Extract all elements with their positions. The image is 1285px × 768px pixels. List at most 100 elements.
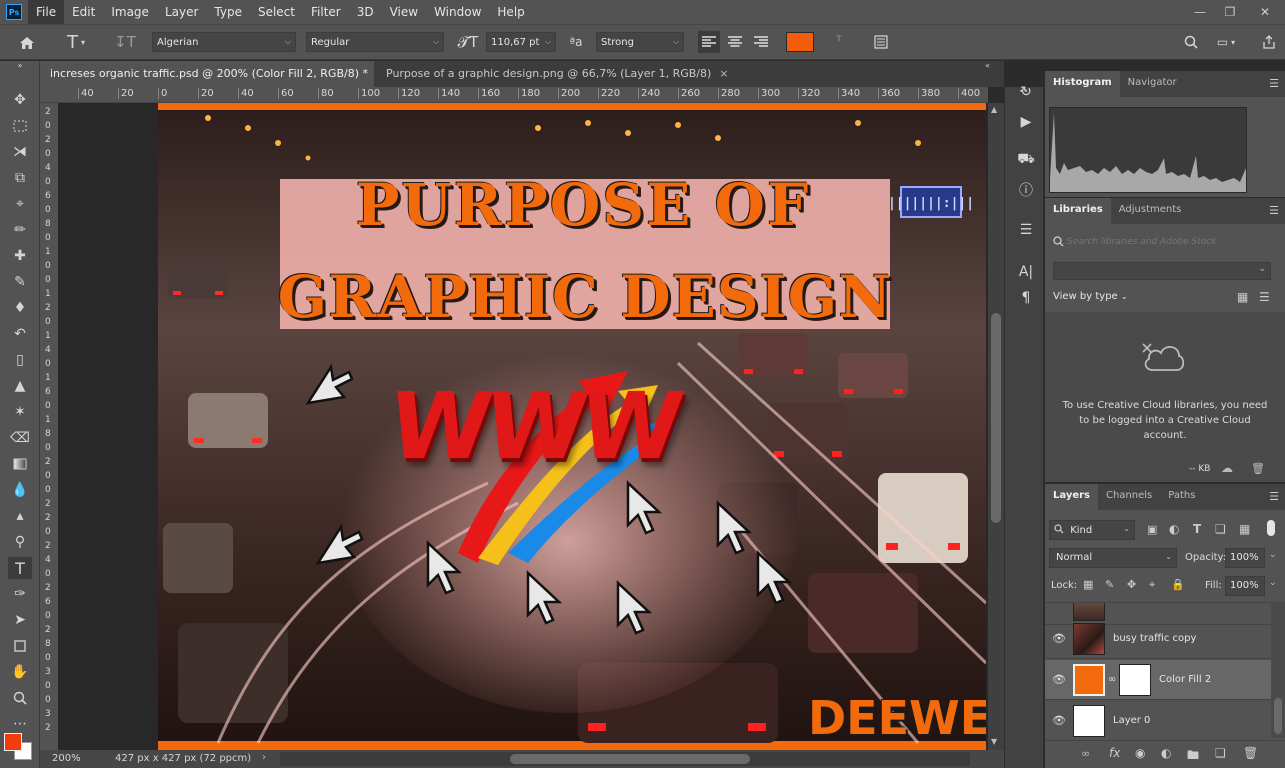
healing-brush-icon[interactable]: ✚ xyxy=(8,245,32,267)
tab-libraries[interactable]: Libraries xyxy=(1045,198,1111,224)
brush-tool-icon[interactable]: ✎ xyxy=(8,271,32,293)
view-by-type-dropdown[interactable]: View by type ⌄ xyxy=(1053,291,1128,302)
collapse-tools-icon[interactable]: » xyxy=(8,59,32,71)
sharpen-tool-icon[interactable]: ▴ xyxy=(8,505,32,527)
filter-type-icon[interactable]: T xyxy=(1193,522,1201,536)
fill-layer-thumbnail[interactable] xyxy=(1073,663,1105,696)
fill-chevron-icon[interactable]: ⌄ xyxy=(1269,578,1277,588)
trash-icon[interactable]: 🗑 xyxy=(1251,462,1265,475)
warp-text-icon[interactable]: ᵀ xyxy=(828,31,850,53)
history-brush-icon[interactable]: ↶ xyxy=(8,323,32,345)
zoom-level[interactable]: 200% xyxy=(52,753,81,764)
library-select[interactable]: ⌄ xyxy=(1053,262,1271,280)
lock-image-icon[interactable]: ✎ xyxy=(1105,578,1114,591)
tab-paths[interactable]: Paths xyxy=(1160,484,1203,510)
grid-view-icon[interactable]: ▦ xyxy=(1237,290,1248,304)
eye-icon[interactable]: 👁 xyxy=(1045,632,1073,645)
layer-name[interactable]: Color Fill 2 xyxy=(1159,674,1211,685)
lock-artboard-icon[interactable]: ⌖ xyxy=(1149,578,1155,592)
font-style-select[interactable]: Regular ⌵ xyxy=(306,32,444,52)
menu-type[interactable]: Type xyxy=(206,0,250,24)
lasso-tool-icon[interactable]: ⧕ xyxy=(8,141,32,163)
fill-input[interactable]: 100% xyxy=(1225,576,1265,596)
scroll-thumb[interactable] xyxy=(991,313,1001,523)
filter-toggle[interactable] xyxy=(1267,520,1275,536)
tab-channels[interactable]: Channels xyxy=(1098,484,1160,510)
menu-3d[interactable]: 3D xyxy=(349,0,382,24)
document-tab-inactive[interactable]: Purpose of a graphic design.png @ 66,7% … xyxy=(376,61,729,87)
eye-icon[interactable]: 👁 xyxy=(1045,714,1073,727)
link-layers-icon[interactable]: ∞ xyxy=(1081,747,1090,760)
zoom-tool-icon[interactable] xyxy=(8,687,32,709)
close-icon[interactable]: ✕ xyxy=(1245,0,1285,24)
layer-style-icon[interactable]: fx xyxy=(1109,746,1120,760)
paragraph-icon[interactable]: ¶ xyxy=(1015,287,1037,309)
gradient-tool-icon[interactable] xyxy=(8,453,32,475)
canvas-area[interactable]: |||||||:||| PURPOSE OF GRAPHIC DESIGN WW… xyxy=(58,103,988,750)
tab-histogram[interactable]: Histogram xyxy=(1045,71,1120,97)
lock-all-icon[interactable]: 🔒 xyxy=(1171,578,1185,591)
blend-mode-select[interactable]: Normal ⌄ xyxy=(1049,548,1177,568)
cloud-sync-icon[interactable]: ☁ xyxy=(1221,461,1233,475)
move-tool-icon[interactable]: ✥ xyxy=(8,89,32,111)
link-icon[interactable]: ∞ xyxy=(1105,674,1119,685)
scroll-up-icon[interactable]: ▲ xyxy=(991,105,997,114)
horizontal-scrollbar[interactable] xyxy=(280,752,970,766)
foreground-color-swatch[interactable] xyxy=(4,733,22,751)
align-center-icon[interactable] xyxy=(724,31,746,53)
character-panel-icon[interactable] xyxy=(870,31,892,53)
search-icon[interactable] xyxy=(1180,31,1202,53)
pen-tool-icon[interactable]: ✑ xyxy=(8,583,32,605)
properties-icon[interactable]: ⓘ xyxy=(1015,179,1037,201)
delete-layer-icon[interactable]: 🗑 xyxy=(1243,746,1258,760)
lock-position-icon[interactable]: ✥ xyxy=(1127,578,1136,591)
antialias-select[interactable]: Strong ⌵ xyxy=(596,32,684,52)
menu-file[interactable]: File xyxy=(28,0,65,24)
opacity-input[interactable]: 100% xyxy=(1225,548,1265,568)
artwork[interactable]: |||||||:||| PURPOSE OF GRAPHIC DESIGN WW… xyxy=(158,103,986,750)
new-layer-icon[interactable]: ❏ xyxy=(1215,746,1226,760)
filter-smart-object-icon[interactable]: ▦ xyxy=(1239,522,1250,536)
type-tool-icon[interactable]: T xyxy=(8,557,32,579)
panel-menu-icon[interactable]: ☰ xyxy=(1269,490,1279,503)
filter-pixel-icon[interactable]: ▣ xyxy=(1147,523,1157,536)
menu-select[interactable]: Select xyxy=(250,0,303,24)
brush-presets-icon[interactable]: ☰ xyxy=(1015,219,1037,241)
dodge-tool-icon[interactable]: ⚲ xyxy=(8,531,32,553)
new-group-icon[interactable]: 🖿 xyxy=(1187,746,1199,767)
eyedropper-tool-icon[interactable]: ✏ xyxy=(8,219,32,241)
font-size-select[interactable]: 110,67 pt ⌵ xyxy=(486,32,556,52)
libraries-search-input[interactable] xyxy=(1067,234,1279,250)
text-color-swatch[interactable] xyxy=(786,32,814,52)
share-icon[interactable] xyxy=(1258,31,1280,53)
blur-tool-icon[interactable]: 💧 xyxy=(8,479,32,501)
restore-icon[interactable]: ❐ xyxy=(1215,0,1245,24)
path-select-tool-icon[interactable]: ➤ xyxy=(8,609,32,631)
menu-image[interactable]: Image xyxy=(103,0,157,24)
tab-navigator[interactable]: Navigator xyxy=(1120,71,1185,97)
tab-close-icon[interactable]: × xyxy=(719,67,728,80)
tab-adjustments[interactable]: Adjustments xyxy=(1111,198,1190,224)
stamp-tool-icon[interactable]: ▲ xyxy=(8,375,32,397)
history-icon[interactable]: ↻ xyxy=(1015,81,1037,103)
shape-tool-icon[interactable] xyxy=(8,635,32,657)
layer-row[interactable]: 👁 busy traffic copy xyxy=(1045,619,1271,659)
menu-edit[interactable]: Edit xyxy=(64,0,103,24)
align-left-icon[interactable] xyxy=(698,31,720,53)
layer-filter-select[interactable]: Kind ⌄ xyxy=(1049,520,1135,540)
eye-icon[interactable]: 👁 xyxy=(1045,673,1073,686)
type-tool-preset-icon[interactable]: T ▾ xyxy=(60,31,92,53)
quick-select-tool-icon[interactable]: ⧉ xyxy=(8,167,32,189)
menu-help[interactable]: Help xyxy=(489,0,532,24)
canvas-vertical-scrollbar[interactable]: ▲ ▼ xyxy=(988,103,1004,750)
align-right-icon[interactable] xyxy=(750,31,772,53)
list-view-icon[interactable]: ☰ xyxy=(1259,290,1270,304)
panel-menu-icon[interactable]: ☰ xyxy=(1269,77,1279,90)
collapse-panel-icon[interactable]: « xyxy=(985,61,990,70)
actions-play-icon[interactable]: ▶ xyxy=(1015,111,1037,133)
layers-scrollbar[interactable] xyxy=(1271,602,1285,738)
workspace-icon[interactable]: ▭ ▾ xyxy=(1210,31,1242,53)
panel-menu-icon[interactable]: ☰ xyxy=(1269,204,1279,217)
add-mask-icon[interactable]: ◉ xyxy=(1135,746,1145,760)
font-family-select[interactable]: Algerian ⌵ xyxy=(152,32,296,52)
